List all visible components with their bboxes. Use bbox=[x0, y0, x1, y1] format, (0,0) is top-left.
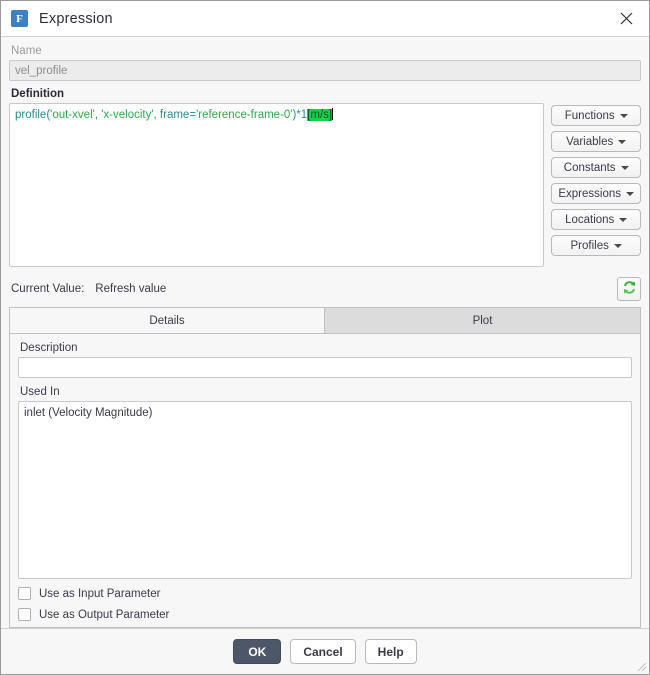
profiles-dropdown-button[interactable]: Profiles bbox=[551, 235, 641, 256]
use-as-output-parameter-label: Use as Output Parameter bbox=[39, 608, 170, 621]
definition-label: Definition bbox=[11, 88, 65, 100]
name-label: Name bbox=[11, 45, 42, 57]
definition-token-string: 'out-xvel' bbox=[50, 109, 95, 121]
title-bar: F Expression bbox=[1, 1, 649, 37]
use-as-input-parameter-checkbox[interactable] bbox=[18, 587, 31, 600]
use-as-output-parameter-checkbox[interactable] bbox=[18, 608, 31, 621]
locations-dropdown-button[interactable]: Locations bbox=[551, 209, 641, 230]
tab-bar: Details Plot bbox=[9, 307, 641, 333]
constants-dropdown-button[interactable]: Constants bbox=[551, 157, 641, 178]
current-value-row: Current Value: Refresh value bbox=[9, 277, 641, 301]
used-in-list[interactable]: inlet (Velocity Magnitude) bbox=[18, 401, 632, 579]
functions-dropdown-label: Functions bbox=[564, 109, 615, 122]
resize-grip-icon[interactable] bbox=[635, 660, 647, 672]
definition-token-code: profile( bbox=[15, 109, 51, 121]
ok-button-label: OK bbox=[248, 644, 267, 659]
details-panel: Description Used In inlet (Velocity Magn… bbox=[9, 333, 641, 628]
definition-token-string: 'x-velocity' bbox=[101, 109, 154, 121]
dialog-body: Name Definition profile('out-xvel', 'x-v… bbox=[1, 37, 649, 628]
definition-token-string: 'reference-frame-0' bbox=[196, 109, 293, 121]
tab-plot-label: Plot bbox=[472, 314, 493, 327]
chevron-down-icon bbox=[613, 243, 622, 248]
variables-dropdown-button[interactable]: Variables bbox=[551, 131, 641, 152]
close-icon bbox=[620, 12, 633, 25]
dialog-footer: OK Cancel Help bbox=[1, 628, 649, 674]
use-as-input-parameter-checkbox-row[interactable]: Use as Input Parameter bbox=[18, 587, 632, 600]
help-button[interactable]: Help bbox=[364, 639, 417, 664]
tab-details[interactable]: Details bbox=[10, 308, 325, 333]
tab-details-label: Details bbox=[149, 314, 185, 327]
chevron-down-icon bbox=[626, 191, 634, 196]
functions-dropdown-button[interactable]: Functions bbox=[551, 105, 641, 126]
expressions-dropdown-label: Expressions bbox=[558, 187, 621, 200]
cancel-button[interactable]: Cancel bbox=[290, 639, 356, 664]
expression-dialog: F Expression Name Definition profile('ou… bbox=[0, 0, 650, 675]
definition-editor[interactable]: profile('out-xvel', 'x-velocity', frame=… bbox=[9, 103, 545, 267]
tab-plot[interactable]: Plot bbox=[325, 308, 640, 333]
profiles-dropdown-label: Profiles bbox=[570, 239, 609, 252]
used-in-label: Used In bbox=[20, 386, 60, 398]
use-as-output-parameter-checkbox-row[interactable]: Use as Output Parameter bbox=[18, 608, 632, 621]
close-button[interactable] bbox=[609, 4, 643, 34]
variables-dropdown-label: Variables bbox=[566, 135, 614, 148]
chevron-down-icon bbox=[619, 217, 628, 222]
refresh-value-button[interactable] bbox=[617, 277, 641, 301]
current-value-text: Refresh value bbox=[95, 283, 167, 295]
name-input[interactable] bbox=[9, 60, 641, 81]
locations-dropdown-label: Locations bbox=[565, 213, 615, 226]
definition-token-selected: [m/s] bbox=[307, 109, 333, 121]
use-as-input-parameter-label: Use as Input Parameter bbox=[39, 587, 161, 600]
definition-code: profile('out-xvel', 'x-velocity', frame=… bbox=[15, 109, 333, 121]
chevron-down-icon bbox=[619, 113, 628, 118]
definition-token-code: )*1 bbox=[292, 109, 308, 121]
list-item[interactable]: inlet (Velocity Magnitude) bbox=[24, 406, 626, 421]
fluent-app-icon: F bbox=[11, 10, 28, 27]
definition-token-code: , frame= bbox=[153, 109, 197, 121]
chevron-down-icon bbox=[620, 165, 629, 170]
name-field-group: Name bbox=[9, 45, 641, 81]
text-caret bbox=[332, 108, 334, 120]
ok-button[interactable]: OK bbox=[233, 639, 282, 664]
window-title: Expression bbox=[39, 10, 113, 27]
definition-insert-buttons: Functions Variables Constants Expression… bbox=[551, 103, 641, 256]
expressions-dropdown-button[interactable]: Expressions bbox=[551, 183, 641, 204]
current-value-label: Current Value: bbox=[11, 283, 85, 295]
definition-row: profile('out-xvel', 'x-velocity', frame=… bbox=[9, 103, 641, 267]
help-button-label: Help bbox=[377, 644, 404, 659]
refresh-icon bbox=[622, 280, 637, 298]
chevron-down-icon bbox=[618, 139, 627, 144]
description-label: Description bbox=[20, 342, 78, 354]
constants-dropdown-label: Constants bbox=[563, 161, 616, 174]
cancel-button-label: Cancel bbox=[303, 644, 343, 659]
description-input[interactable] bbox=[18, 357, 632, 378]
